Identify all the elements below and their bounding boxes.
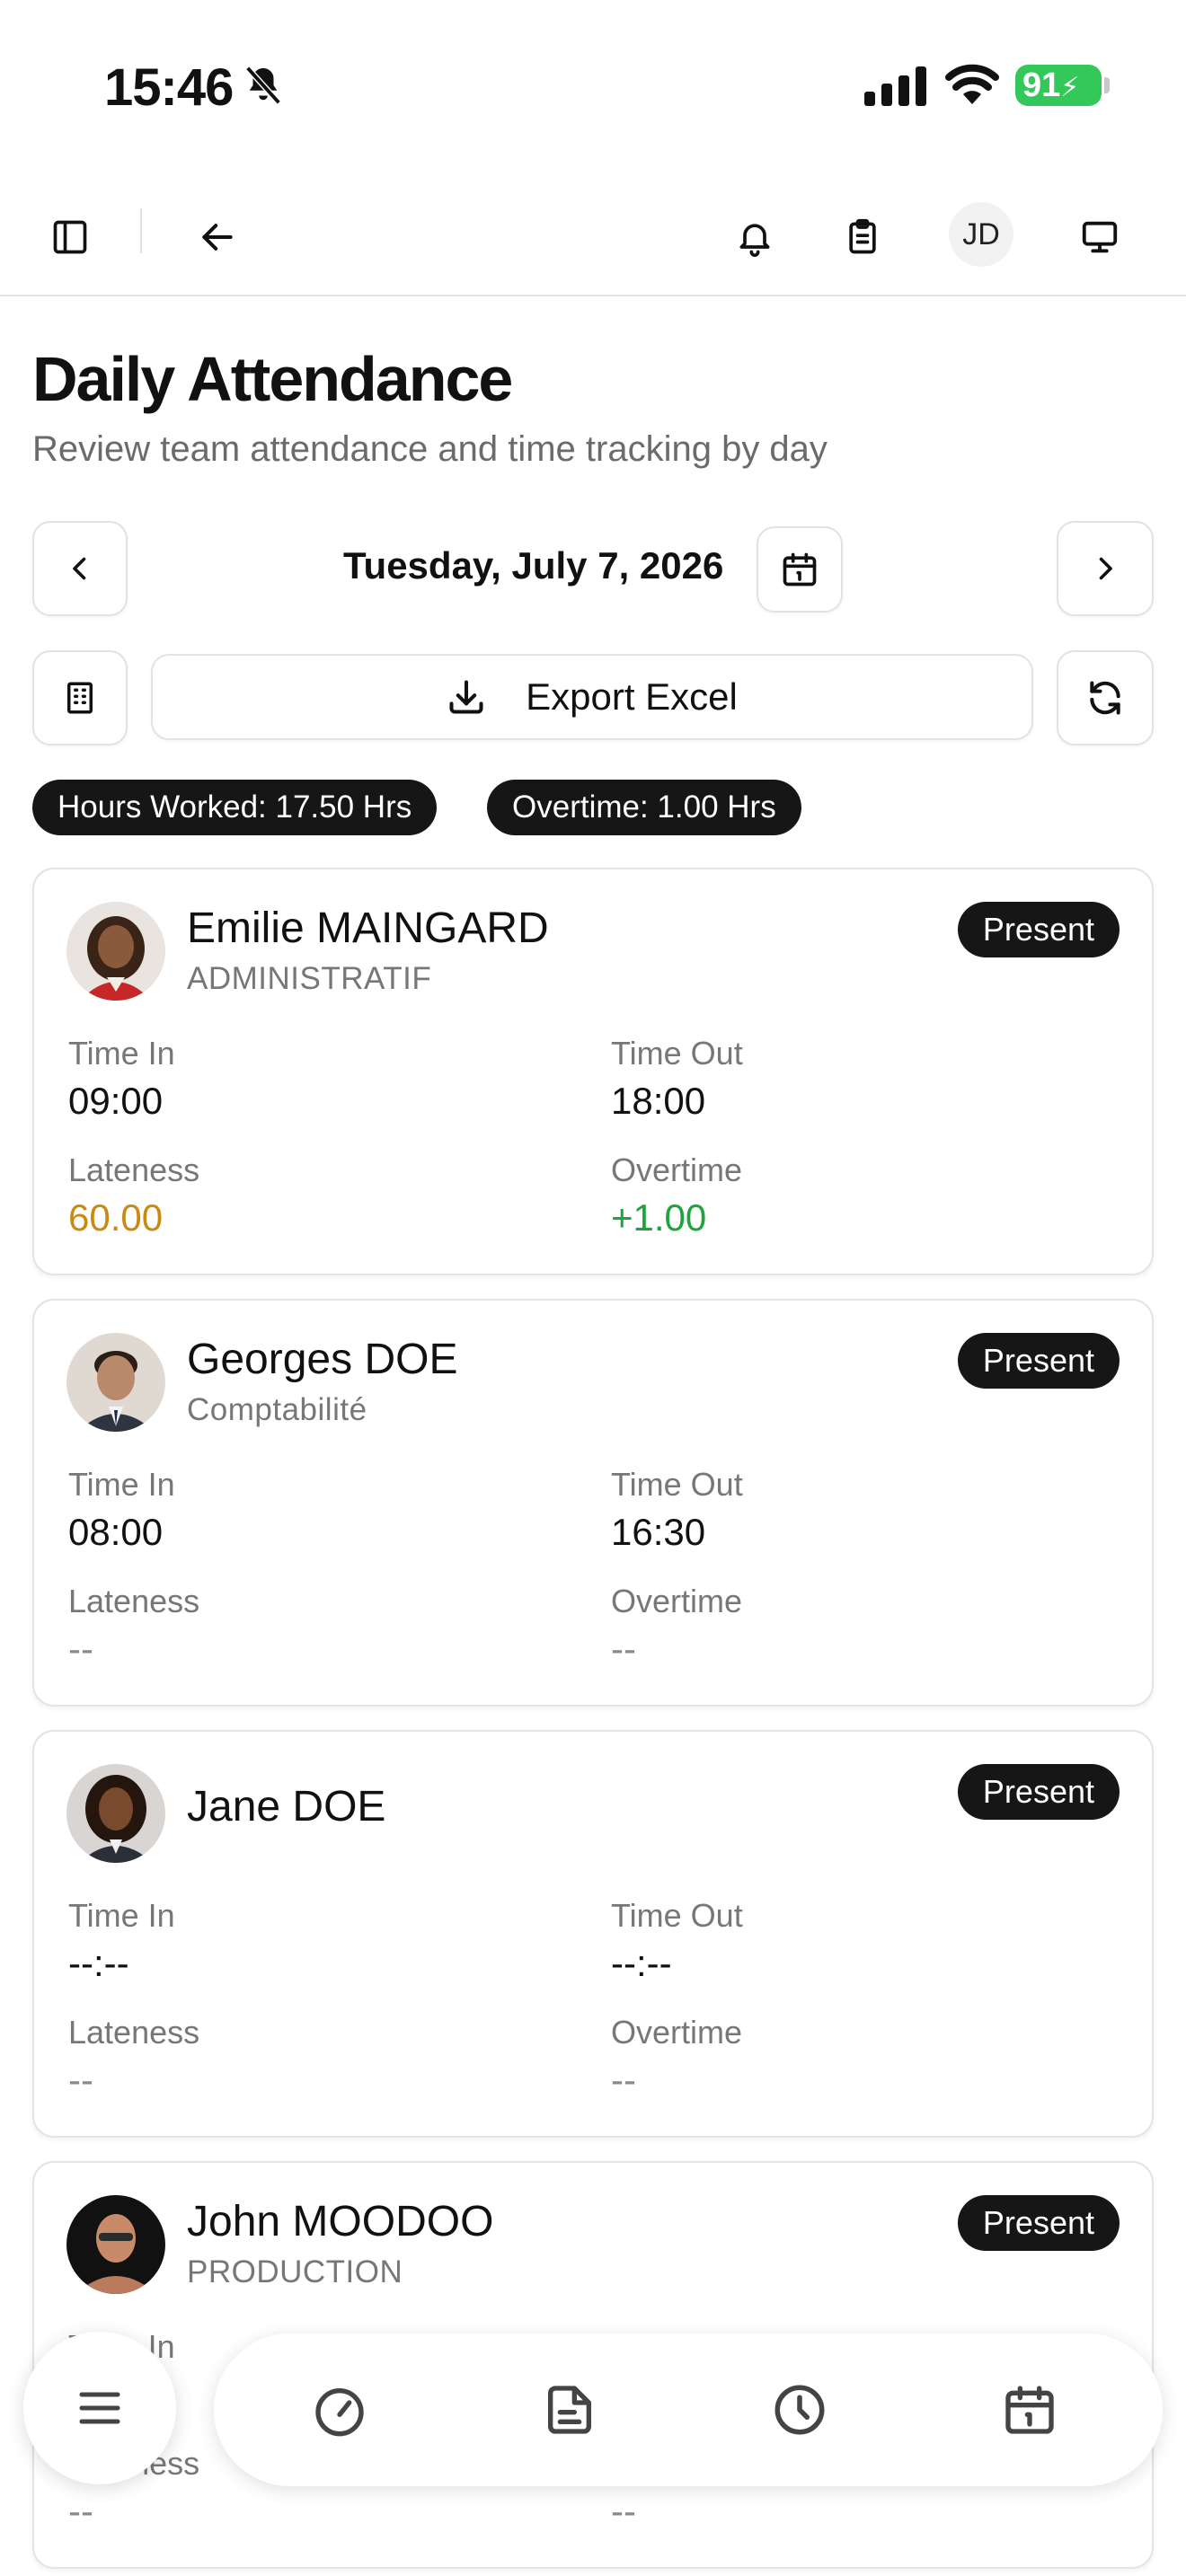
page-title: Daily Attendance [32,344,513,414]
lateness-value: 60.00 [68,1196,164,1239]
time-out-value: --:-- [611,1942,672,1984]
employee-department: ADMINISTRATIF [187,961,432,996]
time-out-label: Time Out [611,1035,743,1072]
export-excel-label: Export Excel [526,675,738,718]
time-out-value: 18:00 [611,1080,706,1122]
lateness-value: -- [68,2059,93,2101]
employee-card[interactable]: Emilie MAINGARD ADMINISTRATIF Present Ti… [32,868,1154,1275]
clock-icon [774,2385,825,2435]
employee-avatar [66,2195,165,2294]
status-badge: Present [957,902,1120,957]
download-icon [449,680,483,714]
battery-indicator: 91⚡ [1015,65,1102,106]
overtime-value: -- [611,2490,636,2532]
battery-level: 91 [1022,66,1061,104]
menu-button[interactable] [23,2332,176,2484]
calendar-icon [783,552,817,587]
overtime-label: Overtime [611,1151,743,1188]
employee-department: Comptabilité [187,1392,367,1427]
silent-bell-icon [245,66,281,105]
topbar-divider [140,208,142,253]
employee-name: Georges DOE [187,1336,458,1383]
menu-icon [79,2392,120,2424]
document-icon [548,2386,591,2434]
arrow-left-icon[interactable] [189,208,246,266]
lateness-label: Lateness [68,2014,200,2051]
lateness-label: Lateness [68,1151,200,1188]
employee-avatar [66,1333,165,1432]
time-out-label: Time Out [611,1466,743,1503]
refresh-icon [1090,681,1120,715]
employee-name: Jane DOE [187,1783,386,1831]
time-out-value: 16:30 [611,1511,706,1553]
time-in-label: Time In [68,1035,175,1072]
sidebar-toggle-icon[interactable] [41,208,99,266]
wifi-icon [945,64,999,104]
building-filter-button[interactable] [32,650,128,745]
tab-documents[interactable] [530,2370,609,2449]
chevron-right-icon [1099,557,1112,580]
lateness-value: -- [68,2490,93,2532]
status-time: 15:46 [104,58,234,117]
refresh-button[interactable] [1057,650,1154,745]
overtime-label: Overtime [611,2014,743,2051]
chevron-left-icon [73,557,86,580]
lateness-label: Lateness [68,1583,200,1619]
calendar-icon [1005,2386,1054,2434]
cell-signal-icon [864,66,926,106]
employee-name: John MOODOO [187,2198,494,2245]
overtime-label: Overtime [611,1583,743,1619]
status-badge: Present [957,2195,1120,2251]
time-in-value: 08:00 [68,1511,164,1553]
employee-department: PRODUCTION [187,2254,403,2289]
clipboard-icon[interactable] [834,208,891,266]
overtime-value: -- [611,2059,636,2101]
time-in-value: --:-- [68,1942,129,1984]
overtime-value: +1.00 [611,1196,707,1239]
employee-card[interactable]: Jane DOE Present Time In --:-- Time Out … [32,1730,1154,2138]
status-badge: Present [957,1764,1120,1820]
tab-dashboard[interactable] [300,2370,379,2449]
user-avatar[interactable]: JD [949,202,1013,267]
overtime-badge: Overtime: 1.00 Hrs [487,780,801,835]
building-icon [67,682,93,714]
time-in-label: Time In [68,1897,175,1934]
charging-bolt-icon: ⚡ [1060,73,1080,102]
previous-day-button[interactable] [32,521,128,616]
page-subtitle: Review team attendance and time tracking… [32,429,828,469]
top-bar: JD [0,180,1186,296]
status-bar: 15:46 91⚡ [0,0,1186,171]
selected-date: Tuesday, July 7, 2026 [343,544,724,587]
employee-avatar [66,902,165,1001]
next-day-button[interactable] [1057,521,1154,616]
gauge-icon [315,2388,364,2437]
battery-nub [1104,77,1110,93]
lateness-value: -- [68,1628,93,1670]
tab-time[interactable] [760,2370,839,2449]
bottom-tab-bar [214,2333,1163,2486]
employee-card[interactable]: Georges DOE Comptabilité Present Time In… [32,1299,1154,1707]
tab-calendar[interactable] [990,2370,1069,2449]
hours-worked-badge: Hours Worked: 17.50 Hrs [32,780,438,835]
export-excel-button[interactable]: Export Excel [151,654,1033,740]
employee-avatar [66,1764,165,1863]
calendar-picker-button[interactable] [757,526,843,613]
status-badge: Present [957,1333,1120,1389]
monitor-icon[interactable] [1071,208,1128,266]
bell-icon[interactable] [726,208,783,266]
time-out-label: Time Out [611,1897,743,1934]
time-in-label: Time In [68,1466,175,1503]
overtime-value: -- [611,1628,636,1670]
time-in-value: 09:00 [68,1080,164,1122]
employee-name: Emilie MAINGARD [187,904,549,952]
